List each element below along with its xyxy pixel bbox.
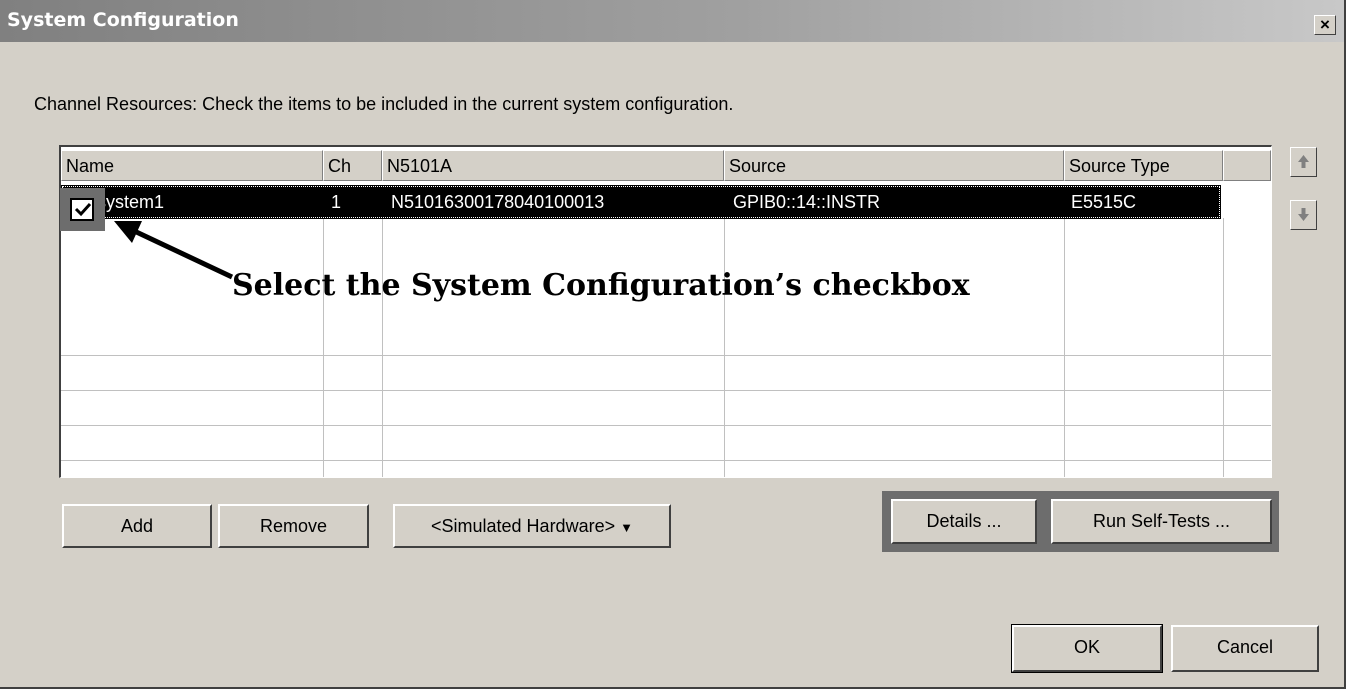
row-source-type-cell: E5515C — [1071, 192, 1137, 212]
grid-line — [61, 355, 1271, 356]
row-name-cell: system1 — [97, 192, 165, 212]
close-button[interactable]: × — [1314, 15, 1336, 35]
grid-line — [1064, 218, 1065, 477]
column-header-ch[interactable]: Ch — [323, 150, 382, 181]
column-header-name[interactable]: Name — [61, 150, 323, 181]
system1-checkbox[interactable] — [70, 198, 94, 221]
annotation-text: Select the System Configuration’s checkb… — [232, 268, 970, 303]
system-configuration-dialog: System Configuration × Channel Resources… — [0, 0, 1346, 689]
move-down-button[interactable] — [1290, 200, 1317, 230]
close-icon: × — [1320, 15, 1330, 34]
grid-line — [61, 460, 1271, 461]
grid-line — [61, 390, 1271, 391]
grid-line — [382, 218, 383, 477]
ok-button[interactable]: OK — [1011, 624, 1163, 673]
add-button[interactable]: Add — [62, 504, 212, 548]
chevron-down-icon: ▼ — [620, 520, 633, 535]
grid-line — [323, 218, 324, 477]
move-up-button[interactable] — [1290, 147, 1317, 177]
cancel-button[interactable]: Cancel — [1171, 625, 1319, 672]
annotation-arrow — [114, 221, 234, 280]
checkbox-highlight — [60, 188, 105, 231]
title-bar[interactable]: System Configuration × — [0, 0, 1344, 42]
grid-line — [61, 425, 1271, 426]
table-row[interactable]: system1 1 N51016300178040100013 GPIB0::1… — [61, 185, 1221, 219]
column-header-source-type[interactable]: Source Type — [1064, 150, 1223, 181]
column-header-source[interactable]: Source — [724, 150, 1064, 181]
arrow-up-icon — [1298, 155, 1309, 168]
details-button[interactable]: Details ... — [891, 499, 1037, 544]
arrow-down-icon — [1298, 208, 1309, 221]
grid-line — [724, 218, 725, 477]
grid-line — [1223, 218, 1224, 477]
checkmark-icon — [74, 202, 92, 217]
instructions-label: Channel Resources: Check the items to be… — [34, 94, 734, 114]
column-header-spacer — [1223, 150, 1271, 181]
dialog-title: System Configuration — [7, 9, 239, 31]
run-self-tests-button[interactable]: Run Self-Tests ... — [1051, 499, 1272, 544]
hardware-dropdown-label: <Simulated Hardware> — [431, 516, 616, 536]
remove-button[interactable]: Remove — [218, 504, 369, 548]
row-n5101a-cell: N51016300178040100013 — [391, 192, 605, 212]
row-ch-cell: 1 — [331, 192, 342, 212]
column-header-n5101a[interactable]: N5101A — [382, 150, 724, 181]
hardware-dropdown[interactable]: <Simulated Hardware> ▼ — [393, 504, 671, 548]
row-source-cell: GPIB0::14::INSTR — [733, 192, 881, 212]
